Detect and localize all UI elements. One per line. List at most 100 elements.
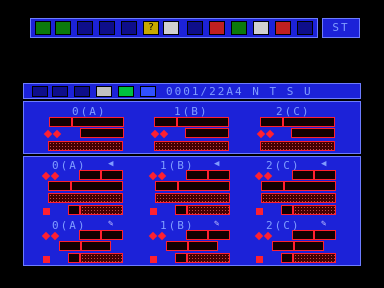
drive-b-box[interactable] <box>154 117 177 127</box>
up-arrow-icon[interactable] <box>121 21 137 35</box>
detail-a-led <box>43 208 50 215</box>
detail-b-activity <box>155 193 230 203</box>
drive-b-box[interactable] <box>177 117 229 127</box>
monitor-icon[interactable] <box>297 21 313 35</box>
drive-c-activity <box>260 141 335 151</box>
detail-c-activity <box>261 193 336 203</box>
detail2-b-indicator <box>157 231 167 241</box>
detail-c-led <box>256 208 263 215</box>
detail-c-indicator <box>263 171 273 181</box>
detail-b-box[interactable] <box>178 181 230 191</box>
main-toolbar: ? <box>30 18 318 38</box>
drive-a-box[interactable] <box>72 117 124 127</box>
checker-icon[interactable] <box>96 86 112 97</box>
detail-a-activity <box>48 193 123 203</box>
detail2-b-box[interactable] <box>188 241 218 251</box>
detail2-a-indicator <box>41 231 51 241</box>
detail-c-box[interactable] <box>284 181 336 191</box>
file-counter-label: 0001/22A4 N T S U <box>166 85 313 98</box>
pen-icon: ✎ <box>108 219 114 229</box>
drive-c-box[interactable] <box>283 117 335 127</box>
detail2-b-box[interactable] <box>208 230 230 240</box>
detail-b-indicator <box>157 171 167 181</box>
detail2-a-box[interactable] <box>68 253 80 263</box>
detail2-c-box[interactable] <box>314 230 336 240</box>
detail2-a-box[interactable] <box>101 230 123 240</box>
slash-icon[interactable] <box>77 21 93 35</box>
window-icon[interactable] <box>52 86 68 97</box>
drive-a-box[interactable] <box>49 117 72 127</box>
grid-icon[interactable] <box>231 21 247 35</box>
detail-c-box[interactable] <box>281 205 293 215</box>
drive-a-activity <box>48 141 123 151</box>
pen-icon: ✎ <box>321 219 327 229</box>
drive-b-activity <box>154 141 229 151</box>
green-box-icon[interactable] <box>118 86 134 97</box>
detail2-c-indicator <box>263 231 273 241</box>
disk-icon[interactable] <box>187 21 203 35</box>
detail2-c-box[interactable] <box>292 230 314 240</box>
drive-a-box[interactable] <box>80 128 124 138</box>
book-icon[interactable] <box>209 21 225 35</box>
drive-a-indicator <box>52 129 62 139</box>
detail-a-box[interactable] <box>48 181 71 191</box>
detail-b-activity <box>187 205 230 215</box>
detail-b-led <box>150 208 157 215</box>
detail2-b-activity <box>187 253 230 263</box>
detail2-b-box[interactable] <box>186 230 208 240</box>
detail-b-box[interactable] <box>175 205 187 215</box>
detail-b-box[interactable] <box>155 181 178 191</box>
detail2-a-box[interactable] <box>81 241 111 251</box>
detail-c-box[interactable] <box>292 170 314 180</box>
detail-a-box[interactable] <box>79 170 101 180</box>
detail2-a-indicator <box>50 231 60 241</box>
detail2-c-box[interactable] <box>281 253 293 263</box>
detail-c-box[interactable] <box>314 170 336 180</box>
detail2-c-indicator <box>254 231 264 241</box>
detail-a-box[interactable] <box>71 181 123 191</box>
detail-a-activity <box>80 205 123 215</box>
detail-a-box[interactable] <box>101 170 123 180</box>
drive-c-box[interactable] <box>260 117 283 127</box>
detail2-a-box[interactable] <box>59 241 81 251</box>
close-icon[interactable] <box>275 21 291 35</box>
detail2-c-activity <box>293 253 336 263</box>
drive-c-box[interactable] <box>291 128 335 138</box>
detail2-b-led <box>150 256 157 263</box>
drive-c-indicator <box>265 129 275 139</box>
detail2-c-box[interactable] <box>272 241 294 251</box>
st-indicator[interactable]: ST <box>322 18 360 38</box>
speaker-icon: ◀ <box>321 159 327 169</box>
detail2-b-box[interactable] <box>175 253 187 263</box>
help-icon[interactable]: ? <box>143 21 159 35</box>
detail-c-box[interactable] <box>261 181 284 191</box>
detail2-c-led <box>256 256 263 263</box>
blue-box-icon[interactable] <box>140 86 156 97</box>
detail-b-indicator <box>148 171 158 181</box>
detail2-b-indicator <box>148 231 158 241</box>
drive-c-indicator <box>256 129 266 139</box>
detail-b-box[interactable] <box>186 170 208 180</box>
pen-icon[interactable] <box>32 86 48 97</box>
detail-a-indicator <box>50 171 60 181</box>
lines-icon[interactable] <box>55 21 71 35</box>
drive-panel: 0(A) 1(B) 2(C) <box>23 101 361 154</box>
drive-b-box[interactable] <box>185 128 229 138</box>
drive-b-indicator <box>150 129 160 139</box>
list-icon[interactable] <box>35 21 51 35</box>
down-arrow-icon[interactable] <box>99 21 115 35</box>
tape-icon[interactable] <box>163 21 179 35</box>
detail2-a-box[interactable] <box>79 230 101 240</box>
detail-a-indicator <box>41 171 51 181</box>
speaker-icon: ◀ <box>108 159 114 169</box>
drive-a-indicator <box>43 129 53 139</box>
detail2-c-box[interactable] <box>294 241 324 251</box>
checker-icon[interactable] <box>253 21 269 35</box>
scatter-icon[interactable] <box>74 86 90 97</box>
pen-icon: ✎ <box>214 219 220 229</box>
detail2-a-activity <box>80 253 123 263</box>
detail-b-box[interactable] <box>208 170 230 180</box>
detail2-b-box[interactable] <box>166 241 188 251</box>
speaker-icon: ◀ <box>214 159 220 169</box>
detail-a-box[interactable] <box>68 205 80 215</box>
